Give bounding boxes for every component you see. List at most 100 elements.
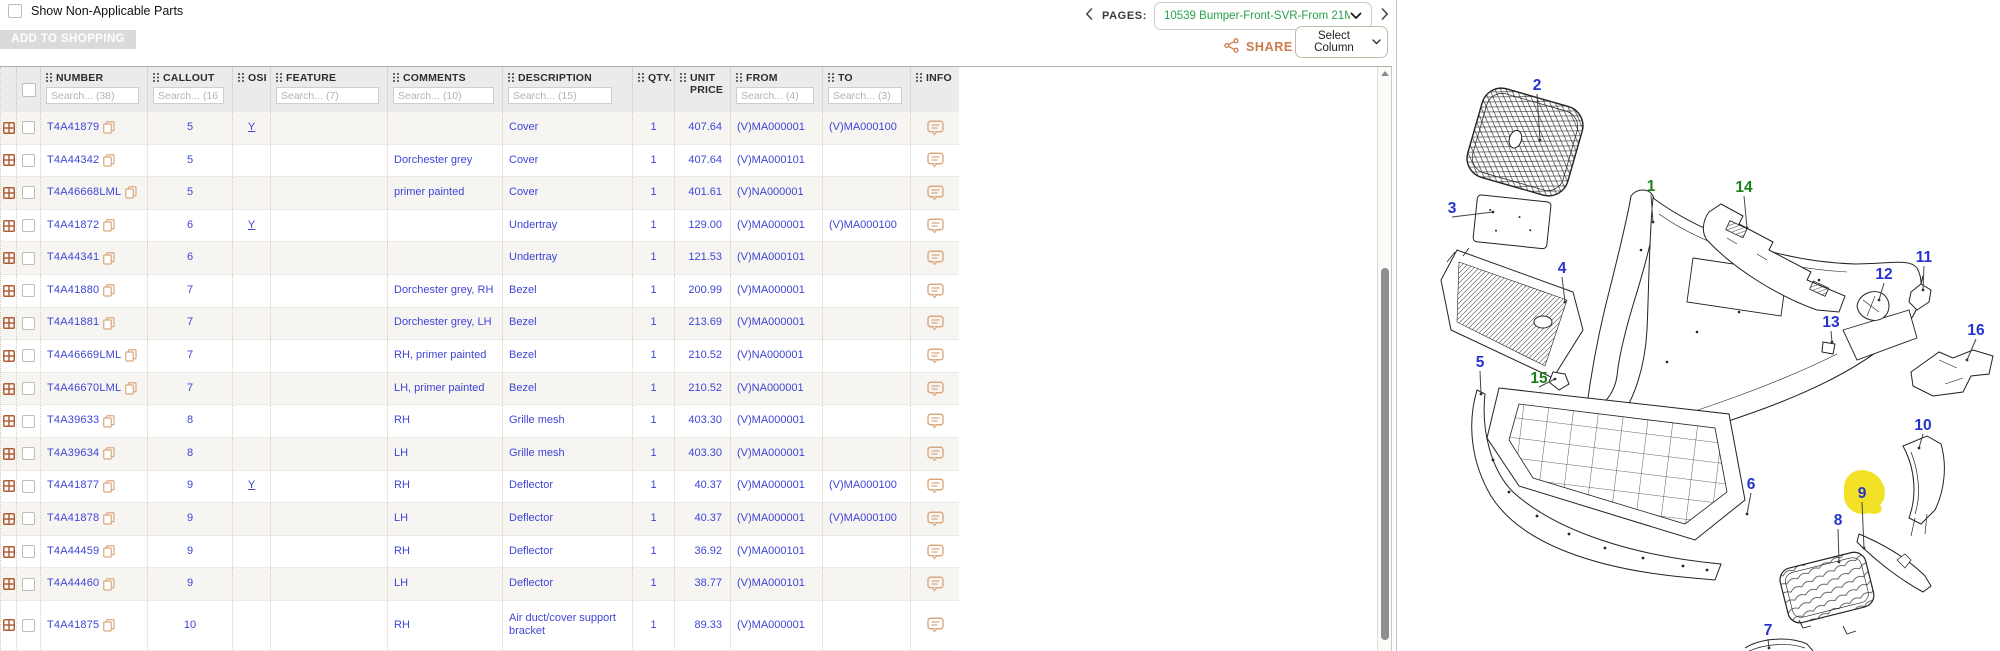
locate-part-button[interactable]: [3, 317, 15, 329]
column-search-input[interactable]: [153, 87, 224, 104]
part-number-link[interactable]: T4A41881: [47, 316, 99, 330]
part-number-link[interactable]: T4A44342: [47, 154, 99, 168]
select-all-checkbox[interactable]: [22, 83, 36, 97]
table-row[interactable]: T4A443425Dorchester greyCover1407.64(V)M…: [1, 145, 959, 178]
part-number-link[interactable]: T4A41880: [47, 284, 99, 298]
copy-part-number-button[interactable]: [103, 154, 115, 167]
part-number-link[interactable]: T4A39633: [47, 414, 99, 428]
part-number-link[interactable]: T4A41879: [47, 121, 99, 135]
drag-handle-icon[interactable]: [46, 73, 52, 83]
show-non-applicable-checkbox[interactable]: [8, 4, 22, 18]
column-search-input[interactable]: [276, 87, 379, 104]
column-search-input[interactable]: [508, 87, 612, 104]
copy-part-number-button[interactable]: [125, 186, 137, 199]
callout-label-15[interactable]: 15: [1530, 370, 1548, 387]
locate-part-button[interactable]: [3, 122, 15, 134]
osi-link[interactable]: Y: [248, 121, 255, 135]
callout-label-11[interactable]: 11: [1916, 249, 1933, 266]
row-checkbox[interactable]: [22, 480, 35, 493]
column-search-input[interactable]: [46, 87, 139, 104]
copy-part-number-button[interactable]: [103, 252, 115, 265]
row-checkbox[interactable]: [22, 512, 35, 525]
locate-part-button[interactable]: [3, 285, 15, 297]
info-button[interactable]: [927, 511, 944, 527]
previous-page-button[interactable]: [1083, 6, 1095, 25]
info-button[interactable]: [927, 544, 944, 560]
callout-label-3[interactable]: 3: [1448, 200, 1457, 217]
info-button[interactable]: [927, 576, 944, 592]
share-button[interactable]: SHARE: [1218, 37, 1299, 57]
info-button[interactable]: [927, 348, 944, 364]
row-checkbox[interactable]: [22, 619, 35, 632]
drag-handle-icon[interactable]: [276, 73, 282, 83]
locate-part-button[interactable]: [3, 187, 15, 199]
callout-label-2[interactable]: 2: [1533, 77, 1542, 94]
info-button[interactable]: [927, 152, 944, 168]
part-shape-clip-13[interactable]: [1822, 342, 1835, 354]
locate-part-button[interactable]: [3, 154, 15, 166]
part-number-link[interactable]: T4A46669LML: [47, 349, 121, 363]
row-checkbox[interactable]: [22, 317, 35, 330]
info-button[interactable]: [927, 250, 944, 266]
table-row[interactable]: T4A418779YRHDeflector140.37(V)MA000001(V…: [1, 471, 959, 504]
info-button[interactable]: [927, 120, 944, 136]
drag-handle-icon[interactable]: [638, 73, 644, 83]
table-row[interactable]: T4A396348LHGrille mesh1403.30(V)MA000001: [1, 438, 959, 471]
part-number-link[interactable]: T4A44459: [47, 545, 99, 559]
copy-part-number-button[interactable]: [103, 415, 115, 428]
row-checkbox[interactable]: [22, 415, 35, 428]
part-shape-part-7[interactable]: [1745, 639, 1813, 651]
row-checkbox[interactable]: [22, 252, 35, 265]
info-button[interactable]: [927, 185, 944, 201]
drag-handle-icon[interactable]: [238, 73, 244, 83]
info-button[interactable]: [927, 617, 944, 633]
drag-handle-icon[interactable]: [736, 73, 742, 83]
locate-part-button[interactable]: [3, 383, 15, 395]
row-checkbox[interactable]: [22, 578, 35, 591]
part-shape-side-grille[interactable]: [1777, 550, 1876, 634]
part-number-link[interactable]: T4A41875: [47, 619, 99, 633]
info-button[interactable]: [927, 446, 944, 462]
part-shape-plate-plinth[interactable]: [1473, 195, 1552, 249]
drag-handle-icon[interactable]: [680, 73, 686, 83]
callout-label-7[interactable]: 7: [1764, 622, 1773, 639]
callout-label-13[interactable]: 13: [1822, 314, 1840, 331]
info-button[interactable]: [927, 413, 944, 429]
table-row[interactable]: T4A46668LML5primer paintedCover1401.61(V…: [1, 177, 959, 210]
table-row[interactable]: T4A418726YUndertray1129.00(V)MA000001(V)…: [1, 210, 959, 243]
part-shape-side-bracket[interactable]: [1903, 436, 1944, 536]
copy-part-number-button[interactable]: [125, 382, 137, 395]
row-checkbox[interactable]: [22, 447, 35, 460]
info-button[interactable]: [927, 315, 944, 331]
column-search-input[interactable]: [828, 87, 902, 104]
table-row[interactable]: T4A443416Undertray1121.53(V)MA000101: [1, 242, 959, 275]
copy-part-number-button[interactable]: [103, 219, 115, 232]
copy-part-number-button[interactable]: [103, 317, 115, 330]
add-to-shopping-list-button[interactable]: ADD TO SHOPPING LIST: [0, 30, 136, 49]
callout-label-16[interactable]: 16: [1967, 322, 1985, 339]
copy-part-number-button[interactable]: [103, 447, 115, 460]
osi-link[interactable]: Y: [248, 479, 255, 493]
callout-label-4[interactable]: 4: [1558, 260, 1567, 277]
part-number-link[interactable]: T4A46670LML: [47, 382, 121, 396]
part-number-link[interactable]: T4A44341: [47, 251, 99, 265]
column-search-input[interactable]: [736, 87, 814, 104]
info-button[interactable]: [927, 381, 944, 397]
row-checkbox[interactable]: [22, 349, 35, 362]
select-column-button[interactable]: Select Column: [1295, 26, 1388, 58]
callout-label-14[interactable]: 14: [1735, 179, 1753, 196]
locate-part-button[interactable]: [3, 220, 15, 232]
table-row[interactable]: T4A46670LML7LH, primer paintedBezel1210.…: [1, 373, 959, 406]
callout-label-6[interactable]: 6: [1747, 476, 1756, 493]
copy-part-number-button[interactable]: [103, 578, 115, 591]
part-number-link[interactable]: T4A41878: [47, 512, 99, 526]
row-checkbox[interactable]: [22, 382, 35, 395]
copy-part-number-button[interactable]: [103, 480, 115, 493]
locate-part-button[interactable]: [3, 350, 15, 362]
row-checkbox[interactable]: [22, 121, 35, 134]
table-scrollbar[interactable]: [1377, 67, 1392, 651]
copy-part-number-button[interactable]: [103, 121, 115, 134]
info-button[interactable]: [927, 283, 944, 299]
locate-part-button[interactable]: [3, 252, 15, 264]
part-shape-bracket-16[interactable]: [1911, 350, 1993, 396]
